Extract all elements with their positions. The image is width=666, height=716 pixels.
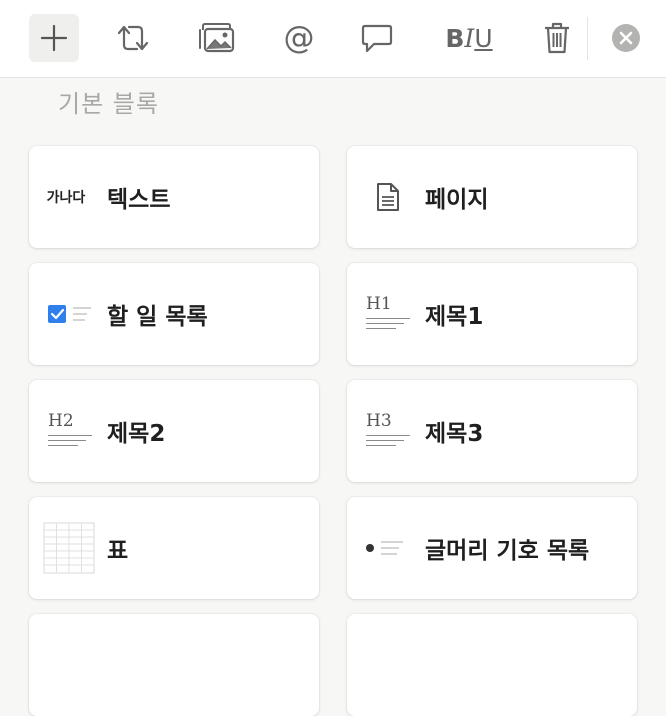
comment-icon <box>361 24 393 53</box>
page-icon <box>357 146 419 248</box>
todo-checkbox-icon <box>39 263 101 365</box>
heading2-icon: H2 <box>39 380 101 482</box>
block-card-todo[interactable]: 할 일 목록 <box>29 263 319 365</box>
table-icon <box>37 497 101 599</box>
heading1-icon: H1 <box>357 263 419 365</box>
toolbar-divider <box>587 17 588 60</box>
block-label: 제목1 <box>425 304 484 330</box>
text-format-button[interactable]: BIU <box>437 14 501 62</box>
block-label: 텍스트 <box>107 187 171 213</box>
mention-button[interactable]: @ <box>274 14 324 62</box>
block-card-heading1[interactable]: H1 제목1 <box>347 263 637 365</box>
close-icon <box>612 24 640 52</box>
block-label: 글머리 기호 목록 <box>425 538 590 564</box>
comment-button[interactable] <box>352 14 402 62</box>
block-label: 제목2 <box>107 421 166 447</box>
block-card-bulleted-list[interactable]: 글머리 기호 목록 <box>347 497 637 599</box>
mention-icon: @ <box>283 20 315 56</box>
block-card-partial-right[interactable] <box>347 614 637 716</box>
block-label: 페이지 <box>425 187 489 213</box>
close-button[interactable] <box>601 14 651 62</box>
turn-into-button[interactable] <box>108 14 158 62</box>
block-card-page[interactable]: 페이지 <box>347 146 637 248</box>
text-icon: 가나다 <box>46 190 86 206</box>
block-card-heading2[interactable]: H2 제목2 <box>29 380 319 482</box>
block-label: 할 일 목록 <box>107 304 208 330</box>
heading3-icon: H3 <box>357 380 419 482</box>
image-button[interactable] <box>192 14 242 62</box>
block-card-table[interactable]: 표 <box>29 497 319 599</box>
plus-icon <box>40 24 68 52</box>
block-card-heading3[interactable]: H3 제목3 <box>347 380 637 482</box>
image-icon <box>199 23 235 53</box>
section-label: 기본 블록 <box>58 90 159 118</box>
block-card-text[interactable]: 가나다 텍스트 <box>29 146 319 248</box>
delete-button[interactable] <box>532 14 582 62</box>
block-label: 표 <box>107 538 129 564</box>
text-format-icon: BIU <box>445 23 493 53</box>
add-block-button[interactable] <box>29 14 79 62</box>
block-toolbar: @ BIU <box>0 0 666 78</box>
trash-icon <box>545 22 569 54</box>
block-label: 제목3 <box>425 421 484 447</box>
bulleted-list-icon <box>357 497 419 599</box>
block-card-partial-left[interactable] <box>29 614 319 716</box>
turn-into-icon <box>117 25 149 51</box>
